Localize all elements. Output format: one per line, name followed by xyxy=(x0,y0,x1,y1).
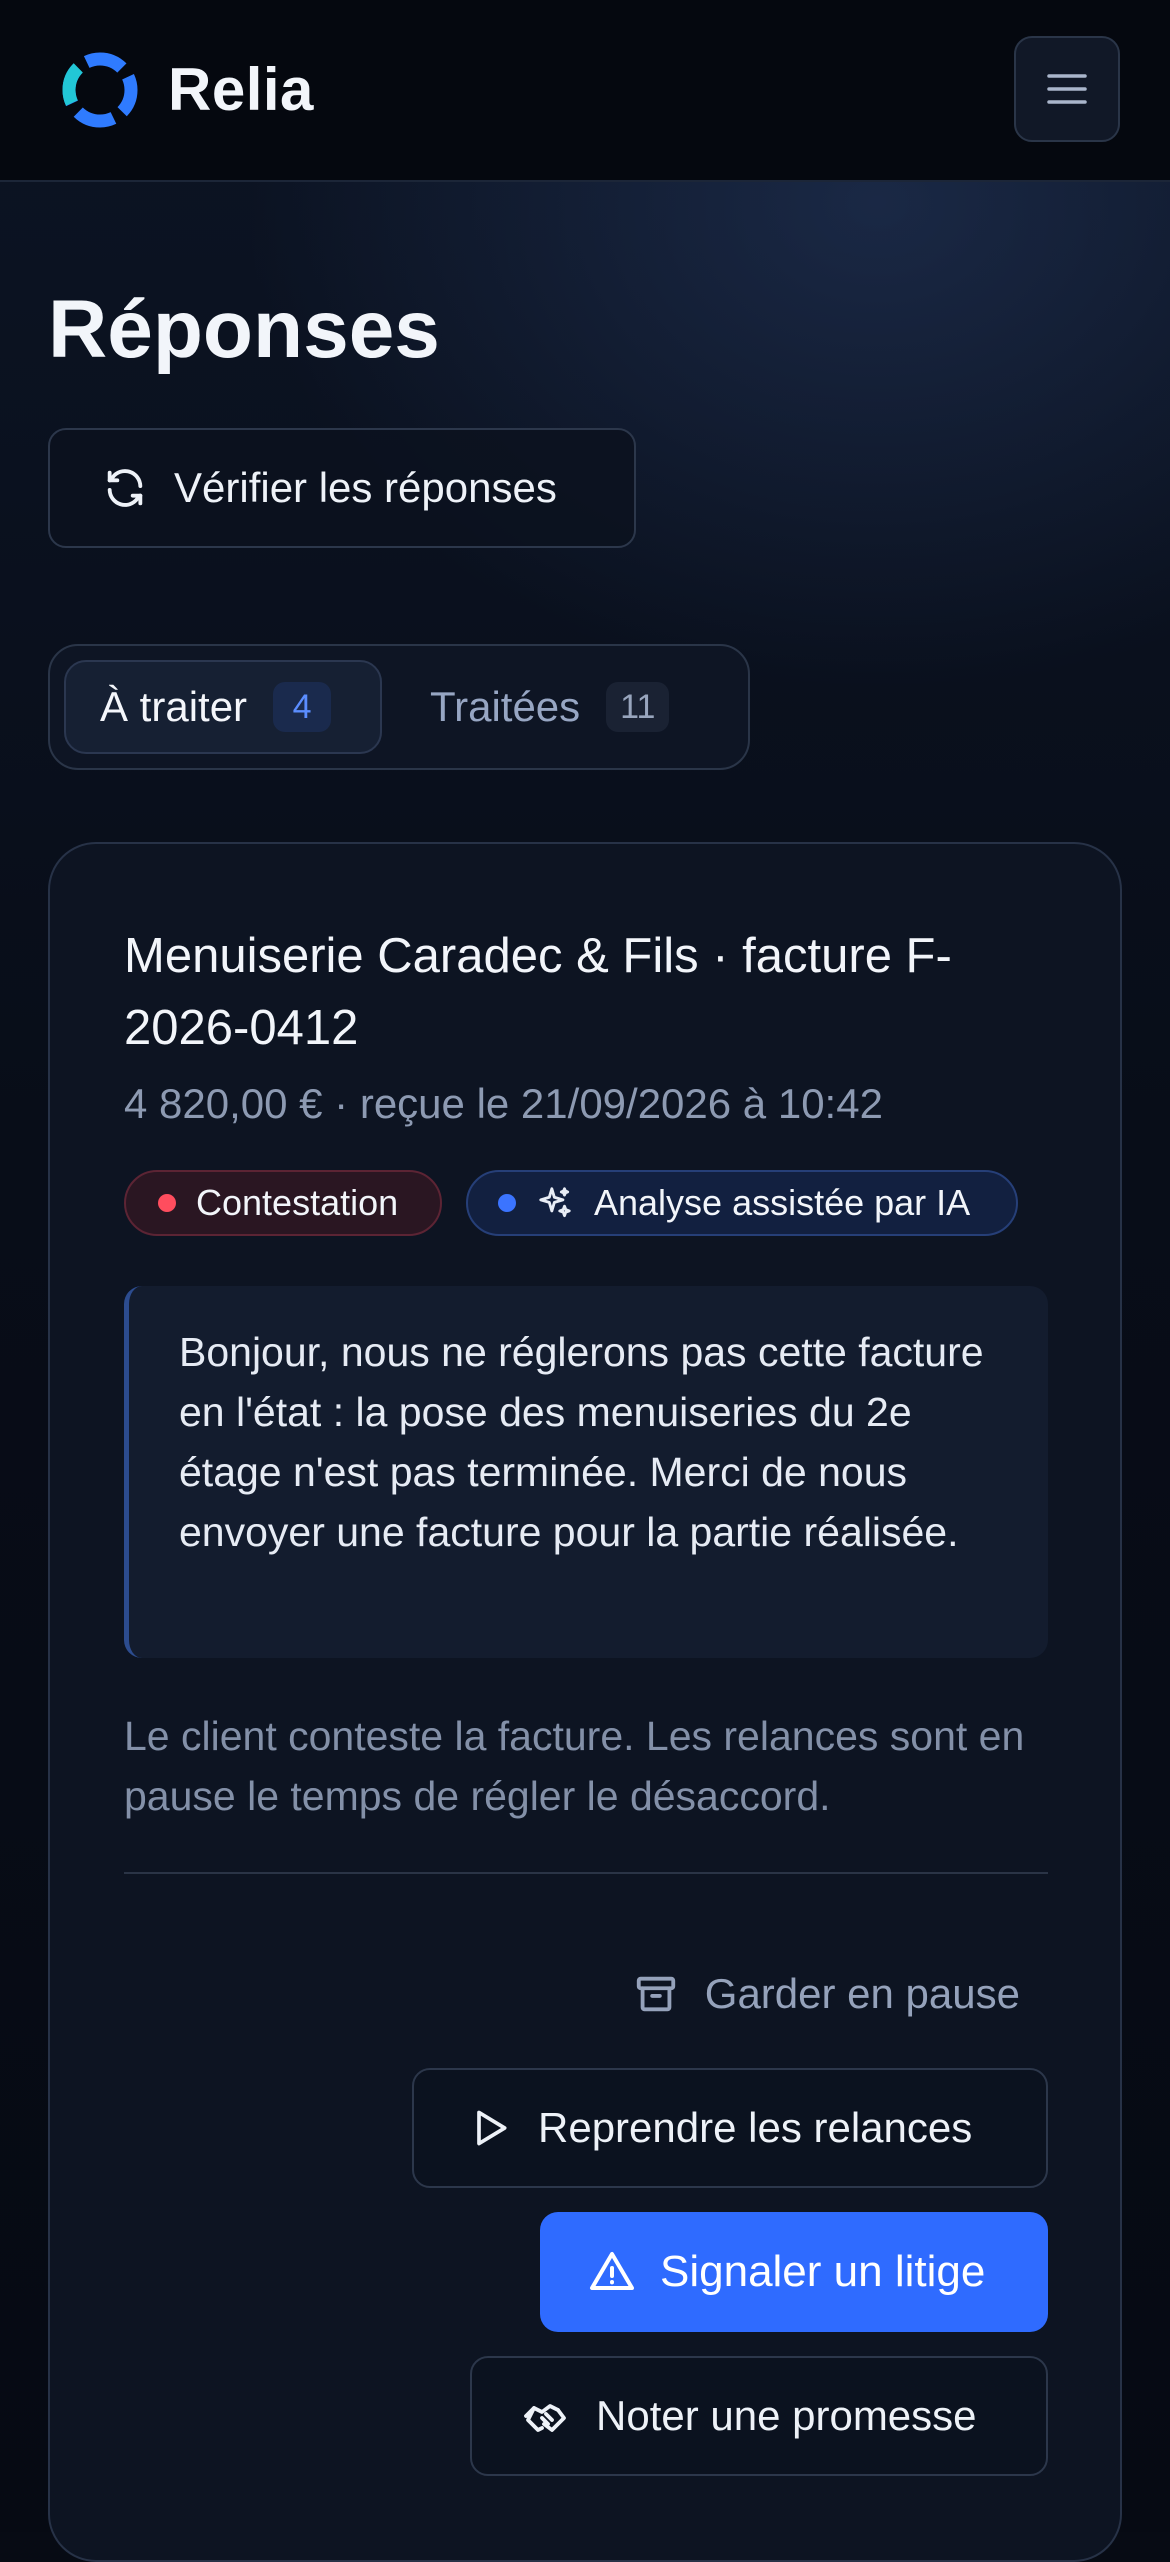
main-content: Réponses Vérifier les réponses À traiter… xyxy=(0,0,1170,2562)
response-card: Menuiserie Caradec & Fils · facture F-20… xyxy=(48,842,1122,2562)
top-bar: Relia xyxy=(0,0,1170,182)
red-dot-icon xyxy=(158,1194,176,1212)
invoice-meta: 4 820,00 € · reçue le 21/09/2026 à 10:42 xyxy=(124,1080,883,1127)
invoice-title: Menuiserie Caradec & Fils · facture F-20… xyxy=(124,929,952,1055)
report-dispute-label: Signaler un litige xyxy=(660,2247,986,2296)
verify-responses-label: Vérifier les réponses xyxy=(174,464,557,511)
note-promise-button[interactable]: Noter une promesse xyxy=(470,2356,1048,2476)
status-explanation: Le client conteste la facture. Les relan… xyxy=(124,1713,1025,1819)
tab-processed[interactable]: Traitées 11 xyxy=(400,660,730,754)
tab-to-process[interactable]: À traiter 4 xyxy=(64,660,382,754)
report-dispute-button[interactable]: Signaler un litige xyxy=(540,2212,1048,2332)
tab-label: À traiter xyxy=(100,683,248,730)
sparkles-icon xyxy=(536,1184,574,1222)
archive-box-icon xyxy=(633,1971,679,2017)
ai-analysis-badge: Analyse assistée par IA xyxy=(466,1170,1018,1236)
count-badge: 4 xyxy=(273,682,332,732)
tab-label: Traitées xyxy=(430,683,581,730)
divider xyxy=(124,1872,1048,1874)
hamburger-menu-icon xyxy=(1047,74,1087,104)
keep-paused-label: Garder en pause xyxy=(704,1970,1020,2017)
menu-button[interactable] xyxy=(1014,36,1120,142)
page-title: Réponses xyxy=(48,284,440,375)
status-tabs: À traiter 4 Traitées 11 xyxy=(48,644,750,770)
brand-name: Relia xyxy=(168,56,314,123)
verify-responses-button[interactable]: Vérifier les réponses xyxy=(48,428,636,548)
play-icon xyxy=(468,2106,512,2150)
warning-triangle-icon xyxy=(588,2248,636,2296)
keep-paused-button[interactable]: Garder en pause xyxy=(590,1954,1020,2034)
resume-reminders-label: Reprendre les relances xyxy=(538,2104,973,2151)
refresh-icon xyxy=(102,465,148,511)
ai-analysis-label: Analyse assistée par IA xyxy=(594,1182,971,1223)
dispute-status-label: Contestation xyxy=(196,1182,399,1223)
client-message: Bonjour, nous ne réglerons pas cette fac… xyxy=(124,1286,1048,1658)
handshake-icon xyxy=(522,2392,570,2440)
ring-logo-icon[interactable] xyxy=(58,48,142,132)
note-promise-label: Noter une promesse xyxy=(596,2392,977,2439)
count-badge: 11 xyxy=(606,682,670,732)
resume-reminders-button[interactable]: Reprendre les relances xyxy=(412,2068,1048,2188)
blue-dot-icon xyxy=(498,1194,516,1212)
dispute-status-badge: Contestation xyxy=(124,1170,442,1236)
